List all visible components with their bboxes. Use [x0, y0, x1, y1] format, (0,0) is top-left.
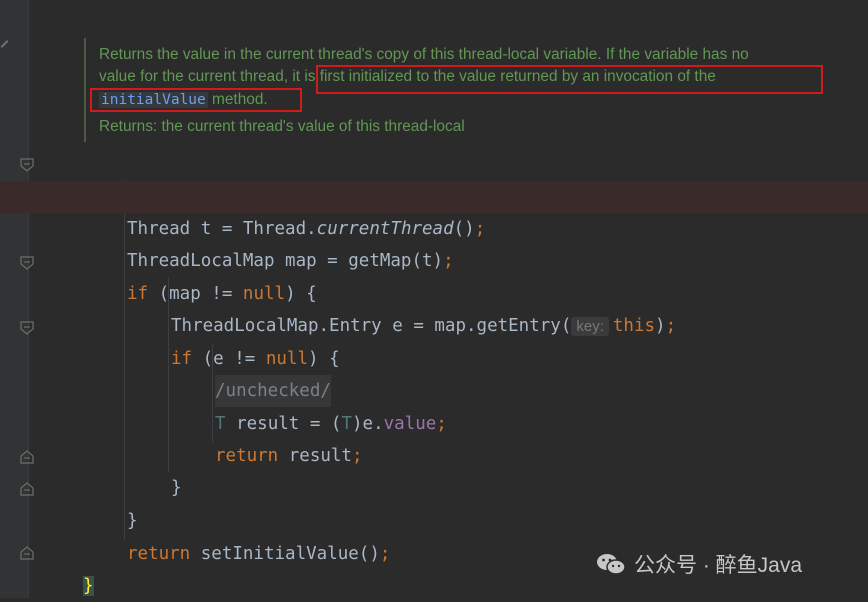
watermark-text: 公众号 · 醉鱼Java	[634, 554, 803, 577]
pencil-icon[interactable]	[0, 38, 10, 48]
code-line[interactable]: ThreadLocalMap.Entry e = map.getEntry(ke…	[0, 278, 868, 336]
code-line[interactable]: }	[0, 440, 868, 498]
code-line[interactable]: public T get() {	[0, 148, 868, 206]
returns-label: Returns:	[99, 118, 158, 135]
code-line[interactable]: /unchecked/	[0, 343, 868, 407]
code-line[interactable]: if (e != null) {	[0, 311, 868, 369]
code-line[interactable]: if (map != null) {	[0, 246, 868, 304]
code-line[interactable]: ThreadLocalMap map = getMap(t);	[0, 213, 868, 271]
code-line[interactable]: return result;	[0, 408, 868, 466]
watermark: 公众号 · 醉鱼Java	[596, 548, 802, 580]
annotation-box-1	[316, 65, 823, 94]
code-line[interactable]: return setInitialValue();	[0, 506, 868, 564]
code-line-breakpoint[interactable]: Thread t = Thread.currentThread();	[0, 181, 868, 239]
returns-text: the current thread's value of this threa…	[157, 118, 465, 135]
doc-line-1: Returns the value in the current thread'…	[99, 46, 749, 63]
doc-line-2-start: value for the current thread,	[99, 68, 289, 85]
doc-returns: Returns: the current thread's value of t…	[99, 116, 465, 138]
wechat-icon	[597, 554, 626, 575]
annotation-box-2	[90, 88, 302, 112]
code-line[interactable]: T result = (T)e.value;	[0, 376, 868, 434]
brace: }	[83, 576, 94, 596]
code-line[interactable]: }	[0, 473, 868, 531]
